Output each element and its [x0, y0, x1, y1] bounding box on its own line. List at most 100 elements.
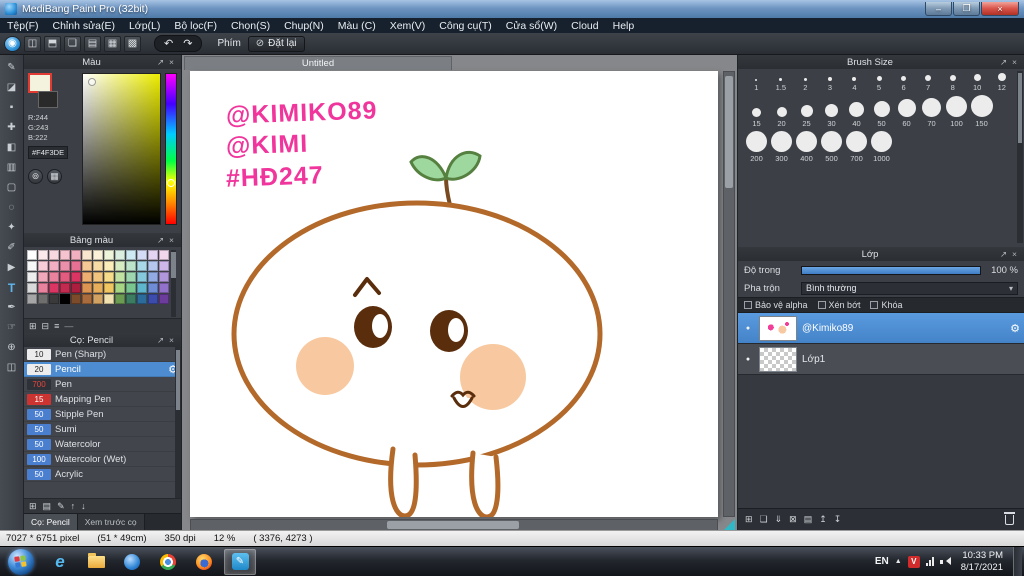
grid-icon[interactable]: ▦	[104, 35, 121, 52]
move-icon[interactable]: ✚	[2, 118, 22, 137]
brush-size-option[interactable]: 100	[944, 96, 969, 128]
menu-item-file[interactable]: Tệp(F)	[0, 20, 46, 32]
palette-swatch[interactable]	[93, 283, 103, 293]
palette-swatch[interactable]	[126, 294, 136, 304]
new-layer-icon[interactable]: ⊞	[745, 514, 753, 525]
new-color-icon[interactable]: ⊞	[29, 321, 37, 332]
palette-swatch[interactable]	[82, 272, 92, 282]
brush-size-option[interactable]: 40	[844, 102, 869, 128]
clipping-checkbox[interactable]: Xén bớt	[817, 300, 860, 310]
upload-icon[interactable]: ⬒	[44, 35, 61, 52]
brush-size-option[interactable]: 150	[969, 95, 994, 128]
close-icon[interactable]: ×	[166, 235, 177, 245]
layer-visibility-icon[interactable]: ●	[742, 325, 754, 332]
lock-checkbox[interactable]: Khóa	[870, 300, 903, 310]
hue-slider[interactable]	[165, 73, 177, 225]
brush-list-scrollbar[interactable]	[175, 347, 181, 498]
minimize-button[interactable]: –	[925, 2, 952, 16]
palette-swatch[interactable]	[148, 283, 158, 293]
close-icon[interactable]: ×	[1009, 57, 1020, 67]
palette-swatch[interactable]	[93, 261, 103, 271]
blend-mode-select[interactable]: Bình thường ▾	[801, 281, 1018, 295]
saturation-value-picker[interactable]	[81, 73, 162, 225]
palette-swatch[interactable]	[71, 294, 81, 304]
brush-size-option[interactable]: 10	[965, 74, 990, 92]
hidden-icons-arrow[interactable]: ▲	[895, 558, 902, 565]
brush-size-option[interactable]: 3	[818, 77, 843, 92]
palette-swatch[interactable]	[49, 272, 59, 282]
palette-swatch[interactable]	[115, 250, 125, 260]
maximize-button[interactable]: ❐	[953, 2, 980, 16]
brush-row[interactable]: 50 Sumi	[24, 422, 181, 437]
brush-row-selected[interactable]: 20 Pencil ⚙	[24, 362, 181, 377]
document-tab[interactable]: Untitled	[184, 56, 452, 70]
palette-swatch[interactable]	[159, 250, 169, 260]
background-color-swatch[interactable]	[38, 91, 58, 108]
popout-icon[interactable]: ↗	[155, 235, 166, 246]
eraser-icon[interactable]: ◪	[2, 78, 22, 97]
brush-size-option[interactable]: 60	[894, 99, 919, 128]
palette-swatch[interactable]	[115, 272, 125, 282]
palette-swatch[interactable]	[104, 250, 114, 260]
brush-size-option[interactable]: 25	[794, 105, 819, 128]
save-icon[interactable]: ◫	[24, 35, 41, 52]
brush-size-option[interactable]: 50	[869, 101, 894, 128]
gradient-icon[interactable]: ▥	[2, 158, 22, 177]
palette-swatch[interactable]	[104, 294, 114, 304]
brush-row[interactable]: 700 Pen	[24, 377, 181, 392]
menu-item-select[interactable]: Chọn(S)	[224, 20, 277, 32]
popout-icon[interactable]: ↗	[155, 57, 166, 68]
palette-swatch[interactable]	[148, 250, 158, 260]
close-icon[interactable]: ×	[1009, 249, 1020, 259]
layer-row-selected[interactable]: ● @Kimiko89 ⚙	[738, 313, 1024, 344]
brush-row[interactable]: 15 Mapping Pen	[24, 392, 181, 407]
menu-item-snap[interactable]: Chụp(N)	[277, 20, 331, 32]
menu-item-filter[interactable]: Bộ lọc(F)	[167, 20, 224, 32]
palette-swatch[interactable]	[60, 261, 70, 271]
brush-size-option[interactable]: 7	[916, 75, 941, 92]
palette-swatch[interactable]	[38, 294, 48, 304]
brush-up-icon[interactable]: ↑	[71, 501, 76, 512]
popout-icon[interactable]: ↗	[998, 249, 1009, 260]
duplicate-layer-icon[interactable]: ❏	[760, 514, 768, 525]
language-indicator[interactable]: EN	[875, 556, 889, 567]
palette-swatch[interactable]	[104, 272, 114, 282]
brush-size-option[interactable]: 30	[819, 104, 844, 128]
menu-item-edit[interactable]: Chỉnh sửa(E)	[46, 20, 122, 32]
redo-icon[interactable]: ↷	[183, 37, 192, 50]
brush-row[interactable]: 50 Watercolor	[24, 437, 181, 452]
cloud-icon[interactable]: ◉	[4, 35, 21, 52]
brush-size-option[interactable]: 700	[844, 131, 869, 163]
layer-down-icon[interactable]: ↧	[834, 514, 842, 525]
palette-swatch[interactable]	[159, 261, 169, 271]
palette-swatch[interactable]	[159, 294, 169, 304]
eyedropper-icon[interactable]: ✒	[2, 298, 22, 317]
taskbar-chrome[interactable]	[152, 549, 184, 575]
operation-icon[interactable]: ▶	[2, 258, 22, 277]
drawing-canvas[interactable]: @KIMIKO89 @KIMI #HĐ247	[190, 71, 718, 517]
menu-item-color[interactable]: Màu (C)	[331, 20, 383, 32]
palette-swatch[interactable]	[104, 261, 114, 271]
palette-swatch[interactable]	[38, 250, 48, 260]
menu-item-window[interactable]: Cửa sổ(W)	[499, 20, 564, 32]
select-pen-icon[interactable]: ✐	[2, 238, 22, 257]
opacity-slider[interactable]	[801, 265, 981, 275]
document-icon[interactable]: ▤	[84, 35, 101, 52]
palette-swatch[interactable]	[82, 250, 92, 260]
merge-down-icon[interactable]: ⇓	[775, 514, 783, 525]
fill-icon[interactable]: ◧	[2, 138, 22, 157]
palette-swatch[interactable]	[38, 261, 48, 271]
brush-size-option[interactable]: 2	[793, 78, 818, 92]
palette-swatch[interactable]	[82, 294, 92, 304]
menu-item-cloud[interactable]: Cloud	[564, 20, 605, 32]
taskbar-ie[interactable]: e	[44, 549, 76, 575]
scrollbar-thumb[interactable]	[725, 76, 733, 188]
palette-swatch[interactable]	[71, 272, 81, 282]
color-wheel-icon[interactable]: ⊚	[28, 169, 43, 185]
brush-size-option[interactable]: 500	[819, 131, 844, 163]
material-icon[interactable]: ▩	[124, 35, 141, 52]
brush-size-option[interactable]: 1.5	[769, 78, 794, 92]
palette-swatch[interactable]	[82, 283, 92, 293]
palette-swatch[interactable]	[71, 283, 81, 293]
brush-size-option[interactable]: 1000	[869, 131, 894, 163]
